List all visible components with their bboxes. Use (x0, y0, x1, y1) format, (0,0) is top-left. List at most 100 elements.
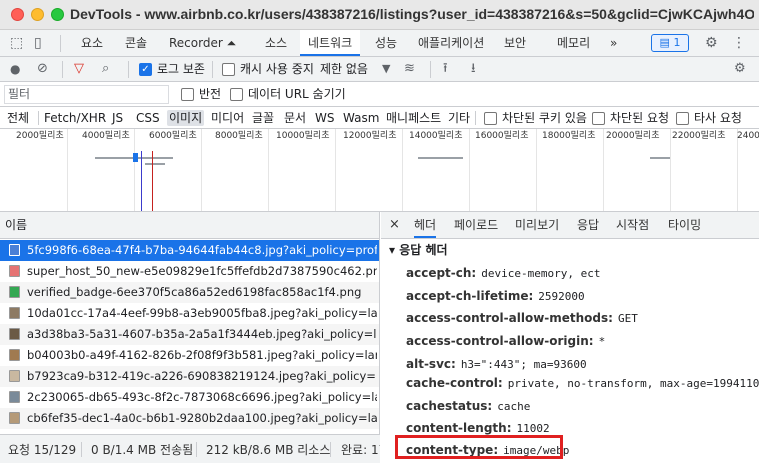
tab-network[interactable]: 네트워크 (300, 30, 361, 56)
request-row[interactable]: super_host_50_new-e5e09829e1fc5ffefdb2d7… (0, 261, 379, 282)
request-row[interactable]: 10da01cc-17a4-4eef-99b8-a3eb9005fba8.jpe… (0, 303, 379, 324)
grid-line (603, 129, 604, 211)
preserve-log-label: 로그 보존 (157, 62, 205, 76)
request-name: super_host_50_new-e5e09829e1fc5ffefdb2d7… (27, 264, 377, 278)
hide-data-urls-checkbox[interactable] (230, 88, 243, 101)
preserve-log-checkbox[interactable]: ✓ (139, 63, 152, 76)
network-settings-gear-icon[interactable]: ⚙ (734, 61, 746, 77)
divider (38, 111, 39, 125)
filter-input[interactable]: 필터 (4, 85, 169, 104)
request-count: 요청 15/129 (8, 443, 77, 457)
blocked-cookies-checkbox[interactable] (484, 112, 497, 125)
tab-memory[interactable]: 메모리 (557, 30, 590, 56)
details-tabbar: × 헤더 페이로드 미리보기 응답 시작점 타이밍 (381, 212, 759, 239)
type-filter-ws[interactable]: WS (315, 110, 334, 126)
settings-gear-icon[interactable]: ⚙ (705, 35, 718, 51)
request-row[interactable]: b7923ca9-b312-419c-a226-690838219124.jpe… (0, 366, 379, 387)
blocked-requests-label: 차단된 요청 (610, 111, 670, 125)
finish-time: 완료: 17 (341, 443, 380, 457)
type-filter-all[interactable]: 전체 (7, 110, 29, 126)
network-overview-timeline[interactable]: 2000밀리초 4000밀리초 6000밀리초 8000밀리초 10000밀리초… (0, 129, 759, 212)
header-row: accept-ch: device-memory, ect (406, 265, 600, 282)
type-filter-wasm[interactable]: Wasm (343, 110, 379, 126)
network-toolbar: ● ⊘ ▽ ⌕ ✓ 로그 보존 캐시 사용 중지 제한 없음 ▼ ≋ ⭱ ⭳ ⚙ (0, 57, 759, 82)
header-name: access-control-allow-methods: (406, 311, 613, 325)
request-row[interactable]: b04003b0-a49f-4162-826b-2f08f9f3b581.jpe… (0, 345, 379, 366)
resource-type-filters: 전체 Fetch/XHR JS CSS 이미지 미디어 글꼴 문서 WS Was… (0, 107, 759, 129)
minimize-window-button[interactable] (31, 8, 44, 21)
request-row[interactable]: verified_badge-6ee370f5ca86a52ed6198fac8… (0, 282, 379, 303)
tab-preview[interactable]: 미리보기 (515, 212, 559, 238)
type-filter-font[interactable]: 글꼴 (252, 110, 274, 126)
image-icon (9, 328, 20, 340)
inspect-element-icon[interactable]: ⬚ (10, 35, 23, 51)
third-party-checkbox[interactable] (676, 112, 689, 125)
filter-icon[interactable]: ▽ (74, 61, 84, 77)
network-status-bar: 요청 15/129 0 B/1.4 MB 전송됨 212 kB/8.6 MB 리… (0, 434, 380, 463)
header-value: * (598, 335, 606, 348)
tab-performance[interactable]: 성능 (375, 30, 397, 56)
request-name: 5fc998f6-68ea-47f4-b7ba-94644fab44c8.jpg… (27, 243, 377, 257)
tab-initiator[interactable]: 시작점 (616, 212, 649, 238)
zoom-window-button[interactable] (51, 8, 64, 21)
header-name: cachestatus: (406, 399, 493, 413)
disable-cache-label: 캐시 사용 중지 (240, 62, 314, 76)
request-row[interactable]: cb6fef35-dec1-4a0c-b6b1-9280b2daa100.jpe… (0, 408, 379, 429)
tab-security[interactable]: 보안 (504, 30, 526, 56)
type-filter-css[interactable]: CSS (136, 110, 160, 126)
tab-application[interactable]: 애플리케이션 (418, 30, 484, 56)
type-filter-other[interactable]: 기타 (448, 110, 470, 126)
request-row[interactable]: 2c230065-db65-493c-8f2c-7873068c6696.jpe… (0, 387, 379, 408)
tab-response[interactable]: 응답 (577, 212, 599, 238)
request-row[interactable]: a3d38ba3-5a31-4607-b35a-2a5a1f3444eb.jpe… (0, 324, 379, 345)
request-row[interactable]: 5fc998f6-68ea-47f4-b7ba-94644fab44c8.jpg… (0, 240, 379, 261)
tab-headers[interactable]: 헤더 (414, 212, 437, 238)
type-filter-js[interactable]: JS (112, 110, 123, 126)
throttling-select[interactable]: 제한 없음 (320, 61, 368, 77)
section-title: 응답 헤더 (399, 243, 448, 257)
request-bar (145, 163, 165, 165)
device-toolbar-icon[interactable]: ▯ (34, 35, 42, 51)
more-options-icon[interactable]: ⋮ (732, 35, 746, 51)
close-details-icon[interactable]: × (389, 212, 400, 238)
clear-icon[interactable]: ⊘ (37, 61, 48, 77)
header-name: content-length: (406, 421, 512, 435)
close-window-button[interactable] (11, 8, 24, 21)
more-tabs-button[interactable]: » (610, 30, 617, 56)
tab-payload[interactable]: 페이로드 (454, 212, 498, 238)
blocked-requests-checkbox[interactable] (592, 112, 605, 125)
record-icon[interactable]: ● (10, 61, 20, 77)
name-column-header[interactable]: 이름 (0, 212, 379, 239)
request-bar (138, 157, 173, 159)
request-name: 10da01cc-17a4-4eef-99b8-a3eb9005fba8.jpe… (27, 306, 377, 320)
invert-checkbox[interactable] (181, 88, 194, 101)
type-filter-media[interactable]: 미디어 (211, 110, 244, 126)
divider (81, 442, 82, 457)
highlight-annotation-box (395, 435, 563, 459)
divider (60, 35, 61, 52)
header-row: alt-svc: h3=":443"; ma=93600 (406, 356, 587, 373)
header-value: cache (497, 400, 531, 413)
tab-sources[interactable]: 소스 (265, 30, 287, 56)
import-har-icon[interactable]: ⭱ (443, 61, 448, 77)
chevron-down-icon[interactable]: ▼ (382, 61, 390, 77)
search-icon[interactable]: ⌕ (102, 61, 109, 77)
type-filter-manifest[interactable]: 매니페스트 (386, 110, 441, 126)
export-har-icon[interactable]: ⭳ (471, 61, 476, 77)
tab-timing[interactable]: 타이밍 (668, 212, 701, 238)
response-headers-section[interactable]: ▾ 응답 헤더 (389, 242, 448, 258)
request-details-panel: × 헤더 페이로드 미리보기 응답 시작점 타이밍 ▾ 응답 헤더 accept… (381, 212, 759, 463)
type-filter-doc[interactable]: 문서 (284, 110, 306, 126)
tab-recorder[interactable]: Recorder ⏶ (169, 30, 236, 56)
grid-line (134, 129, 135, 211)
load-event-line (152, 151, 153, 211)
tab-console[interactable]: 콘솔 (125, 30, 147, 56)
divider (128, 61, 129, 78)
type-filter-fetch-xhr[interactable]: Fetch/XHR (44, 110, 106, 126)
network-conditions-icon[interactable]: ≋ (404, 61, 415, 77)
type-filter-img[interactable]: 이미지 (167, 110, 205, 126)
tab-elements[interactable]: 요소 (81, 30, 103, 56)
disable-cache-checkbox[interactable] (222, 63, 235, 76)
issues-count: 1 (673, 36, 681, 49)
issues-badge[interactable]: ▤ 1 (651, 34, 689, 52)
